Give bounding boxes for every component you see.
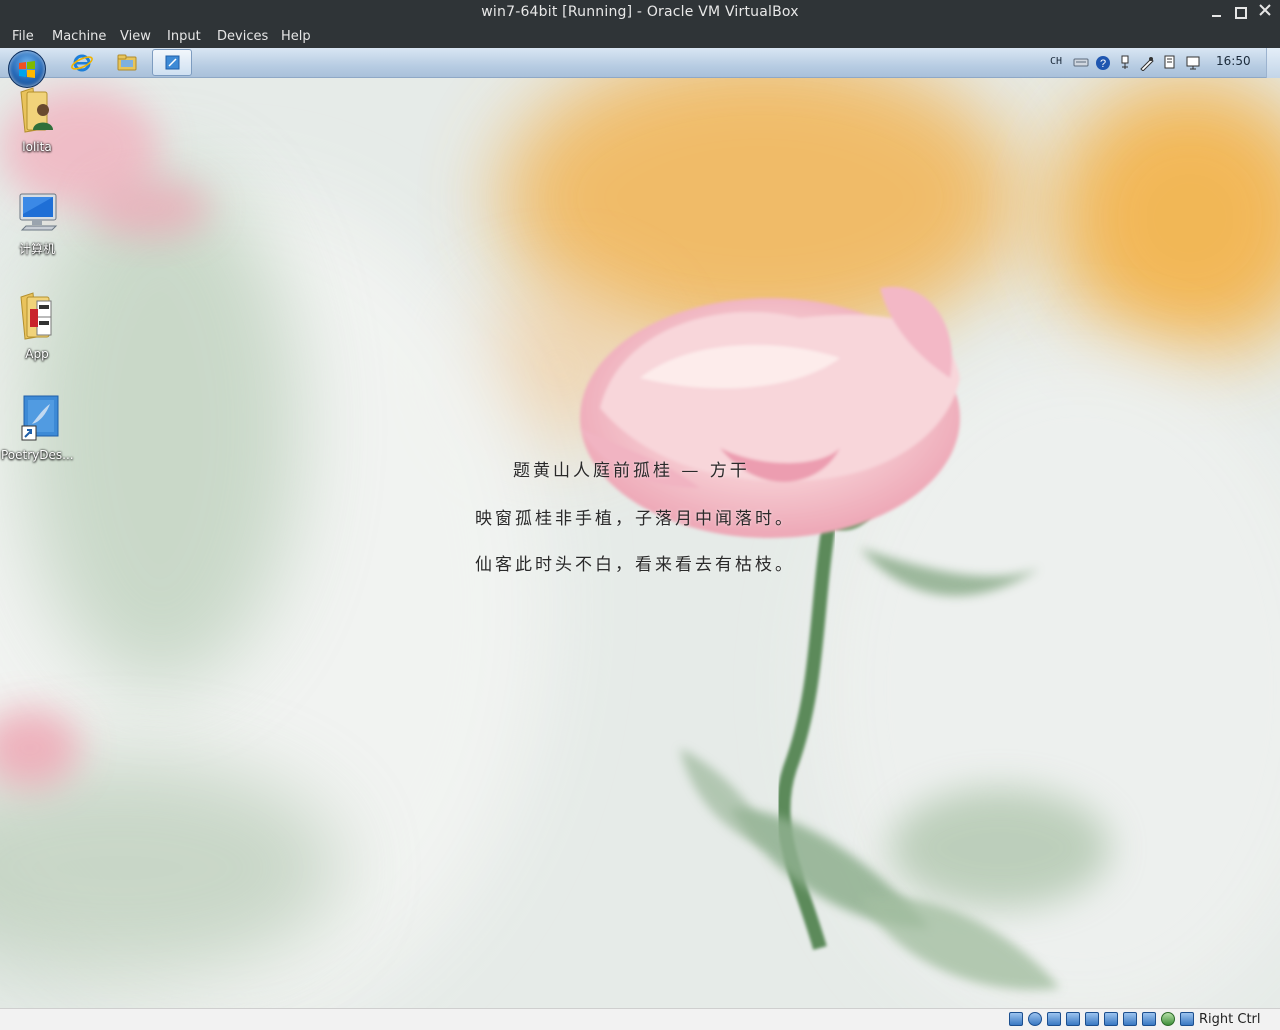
windows-logo-icon — [19, 61, 35, 78]
computer-icon — [19, 193, 58, 231]
usb-icon[interactable] — [1118, 55, 1132, 71]
menu-file[interactable]: File — [12, 29, 34, 44]
taskbar-explorer-button[interactable] — [107, 49, 147, 76]
internet-explorer-icon — [71, 54, 93, 72]
poetry-shortcut-icon — [21, 395, 59, 441]
desktop-icon-computer[interactable]: 计算机 — [1, 190, 73, 257]
app-folder-icon — [20, 292, 52, 340]
menu-devices[interactable]: Devices — [217, 29, 268, 44]
minimize-button[interactable] — [1206, 3, 1226, 23]
mouse-integration-icon[interactable] — [1180, 1012, 1194, 1026]
maximize-icon — [1235, 6, 1247, 19]
desktop-icon-lolita[interactable]: lolita — [1, 86, 73, 154]
poem-line-1: 映窗孤桂非手植，子落月中闻落时。 — [475, 509, 795, 529]
usb-status-icon[interactable] — [1085, 1012, 1099, 1026]
taskbar-poetry-button[interactable] — [152, 49, 192, 76]
minimize-icon — [1211, 14, 1221, 17]
menu-machine[interactable]: Machine — [52, 29, 106, 44]
poetry-app-icon — [165, 55, 180, 70]
menu-bar: File Machine View Input Devices Help — [0, 26, 1280, 48]
keyboard-icon[interactable] — [1073, 55, 1089, 69]
close-button[interactable] — [1255, 3, 1275, 23]
desktop-icon-label: lolita — [22, 140, 52, 154]
hard-disk-icon[interactable] — [1009, 1012, 1023, 1026]
desktop-icon-app[interactable]: App — [1, 291, 73, 361]
window-title: win7-64bit [Running] - Oracle VM Virtual… — [481, 4, 799, 20]
guest-display[interactable]: CH ? 16:50 lolita 计算机 App PoetryDes... 题… — [0, 48, 1280, 1008]
menu-view[interactable]: View — [120, 29, 151, 44]
host-key-label[interactable]: Right Ctrl — [1199, 1012, 1261, 1027]
clock[interactable]: 16:50 — [1216, 54, 1251, 68]
poem-line-2: 仙客此时头不白，看来看去有枯枝。 — [475, 555, 795, 575]
cpu-icon[interactable] — [1161, 1012, 1175, 1026]
vbox-status-bar: Right Ctrl — [0, 1008, 1280, 1030]
video-capture-icon[interactable] — [1142, 1012, 1156, 1026]
optical-drive-icon[interactable] — [1028, 1012, 1042, 1026]
user-folder-icon — [20, 87, 53, 133]
taskbar: CH ? 16:50 — [0, 48, 1280, 88]
svg-text:?: ? — [1100, 58, 1106, 70]
pen-icon[interactable] — [1139, 55, 1155, 71]
network-adapter-icon[interactable] — [1162, 55, 1178, 71]
language-indicator[interactable]: CH — [1050, 56, 1062, 67]
help-icon[interactable]: ? — [1095, 55, 1111, 71]
audio-icon[interactable] — [1047, 1012, 1061, 1026]
display-status-icon[interactable] — [1123, 1012, 1137, 1026]
shared-folders-icon[interactable] — [1104, 1012, 1118, 1026]
taskbar-ie-button[interactable] — [62, 49, 102, 76]
maximize-button[interactable] — [1231, 3, 1251, 23]
show-desktop-button[interactable] — [1266, 48, 1280, 78]
desktop-icon-poetry[interactable]: PoetryDes... — [1, 394, 74, 462]
close-icon — [1259, 4, 1271, 16]
window-titlebar[interactable]: win7-64bit [Running] - Oracle VM Virtual… — [0, 0, 1280, 26]
start-button[interactable] — [8, 50, 46, 88]
menu-help[interactable]: Help — [281, 29, 311, 44]
desktop-icon-label: App — [25, 347, 49, 361]
menu-input[interactable]: Input — [167, 29, 201, 44]
desktop-icon-label: PoetryDes... — [1, 448, 74, 462]
poem-title: 题黄山人庭前孤桂 — 方干 — [513, 461, 750, 481]
desktop-icon-label: 计算机 — [18, 242, 55, 256]
display-icon[interactable] — [1186, 55, 1202, 71]
network-icon[interactable] — [1066, 1012, 1080, 1026]
windows-explorer-icon — [117, 54, 137, 71]
